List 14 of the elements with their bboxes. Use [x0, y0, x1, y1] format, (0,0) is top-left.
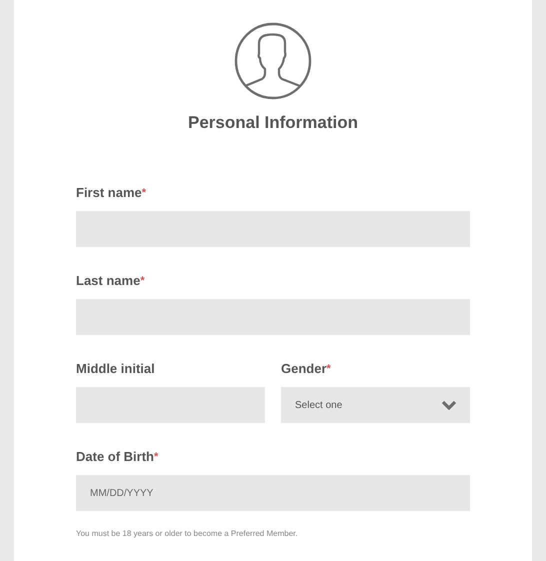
input-field[interactable]: MM/DD/YYYY — [76, 475, 470, 511]
field-label: Last name* — [76, 273, 146, 289]
input-field[interactable] — [76, 387, 265, 423]
person-silhouette-icon — [234, 22, 312, 100]
gender-dropdown[interactable]: Select one — [281, 387, 470, 423]
field-label: Middle initial — [76, 361, 156, 377]
field-label: Date of Birth* — [76, 449, 160, 465]
field-label: First name* — [76, 185, 148, 201]
chevron-down-icon — [442, 400, 456, 410]
field-label: Gender* — [281, 361, 332, 377]
input-field[interactable] — [76, 211, 470, 247]
input-field[interactable] — [76, 299, 470, 335]
age-requirement-note: You must be 18 years or older to become a Preferred Member. — [76, 529, 299, 538]
form-title: Personal Information — [188, 113, 358, 133]
